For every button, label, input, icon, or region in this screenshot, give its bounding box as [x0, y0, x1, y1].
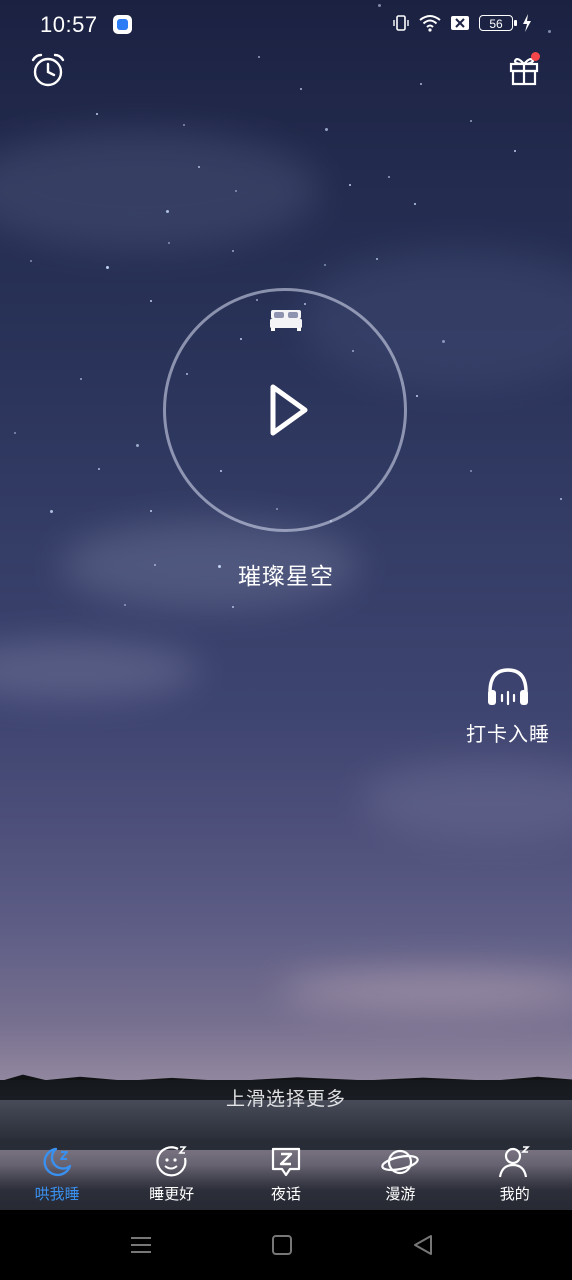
star — [124, 604, 126, 606]
tab-profile[interactable]: 我的 — [458, 1138, 572, 1204]
play-icon — [270, 384, 308, 436]
star — [560, 498, 562, 500]
play-button[interactable] — [259, 381, 313, 439]
star — [96, 113, 98, 115]
star — [325, 128, 328, 131]
star — [235, 190, 237, 192]
vibrate-icon — [393, 15, 409, 31]
star — [420, 83, 422, 85]
tab-roam[interactable]: 漫游 — [343, 1138, 457, 1204]
home-icon[interactable] — [268, 1232, 296, 1258]
tab-sleep-better[interactable]: 睡更好 — [115, 1138, 229, 1204]
swipe-up-hint: 上滑选择更多 — [225, 1089, 346, 1110]
track-title: 璀璨星空 — [238, 563, 334, 589]
star — [168, 242, 170, 244]
star — [416, 395, 418, 397]
checkin-button[interactable]: 打卡入睡 — [456, 666, 560, 747]
chat-z-icon — [271, 1147, 301, 1177]
star — [183, 124, 185, 126]
tab-label: 我的 — [499, 1186, 530, 1203]
star — [470, 470, 472, 472]
back-icon[interactable] — [409, 1232, 437, 1258]
star — [414, 203, 416, 205]
cloud — [280, 970, 572, 1010]
user-z-icon — [498, 1146, 530, 1178]
cloud — [0, 640, 200, 700]
bottom-tab-bar: 哄我睡 睡更好 夜话 漫游 我的 — [0, 1138, 572, 1210]
star — [150, 510, 152, 512]
notification-dot — [531, 52, 540, 61]
gift-button[interactable] — [504, 50, 544, 90]
charging-icon — [523, 14, 531, 32]
star — [150, 300, 152, 302]
tab-night-talk[interactable]: 夜话 — [229, 1138, 343, 1204]
star — [14, 432, 16, 434]
moon-z-icon — [43, 1147, 72, 1177]
star — [388, 176, 390, 178]
app-notification-icon — [113, 15, 132, 34]
tab-label: 哄我睡 — [34, 1186, 80, 1203]
battery-indicator: 56 — [479, 15, 517, 31]
star — [232, 250, 234, 252]
star — [300, 88, 302, 90]
star — [514, 150, 516, 152]
tab-label: 睡更好 — [149, 1186, 195, 1203]
status-bar: 10:57 56 — [0, 0, 572, 50]
star — [50, 510, 53, 513]
menu-icon[interactable] — [127, 1232, 155, 1258]
star — [136, 444, 139, 447]
wifi-icon — [419, 15, 441, 32]
star — [232, 606, 234, 608]
planet-icon — [381, 1149, 420, 1175]
alarm-button[interactable] — [28, 50, 68, 90]
star — [349, 184, 351, 186]
cloud — [360, 760, 572, 840]
star — [376, 258, 378, 260]
star — [166, 210, 169, 213]
status-time: 10:57 — [40, 12, 98, 37]
alarm-clock-icon — [31, 53, 65, 87]
bed-icon — [270, 310, 302, 331]
star — [198, 166, 200, 168]
star — [470, 120, 472, 122]
cloud — [0, 130, 320, 250]
no-sim-icon — [451, 16, 469, 30]
star — [80, 378, 82, 380]
star — [324, 264, 326, 266]
headphones-icon — [488, 668, 528, 706]
tab-lull-to-sleep[interactable]: 哄我睡 — [0, 1138, 114, 1204]
star — [30, 260, 32, 262]
system-nav-bar — [0, 1210, 572, 1280]
star — [442, 340, 445, 343]
star — [258, 56, 260, 58]
status-icons: 56 — [392, 14, 532, 32]
star — [98, 468, 100, 470]
star — [106, 266, 109, 269]
smile-z-icon — [155, 1146, 187, 1177]
screen: 10:57 56 璀璨星空 打卡入睡 上滑选择更多 哄我睡 睡更好 夜话 漫游 … — [0, 0, 572, 1280]
checkin-label: 打卡入睡 — [466, 724, 550, 746]
tab-label: 漫游 — [385, 1186, 416, 1203]
tab-label: 夜话 — [270, 1186, 301, 1203]
